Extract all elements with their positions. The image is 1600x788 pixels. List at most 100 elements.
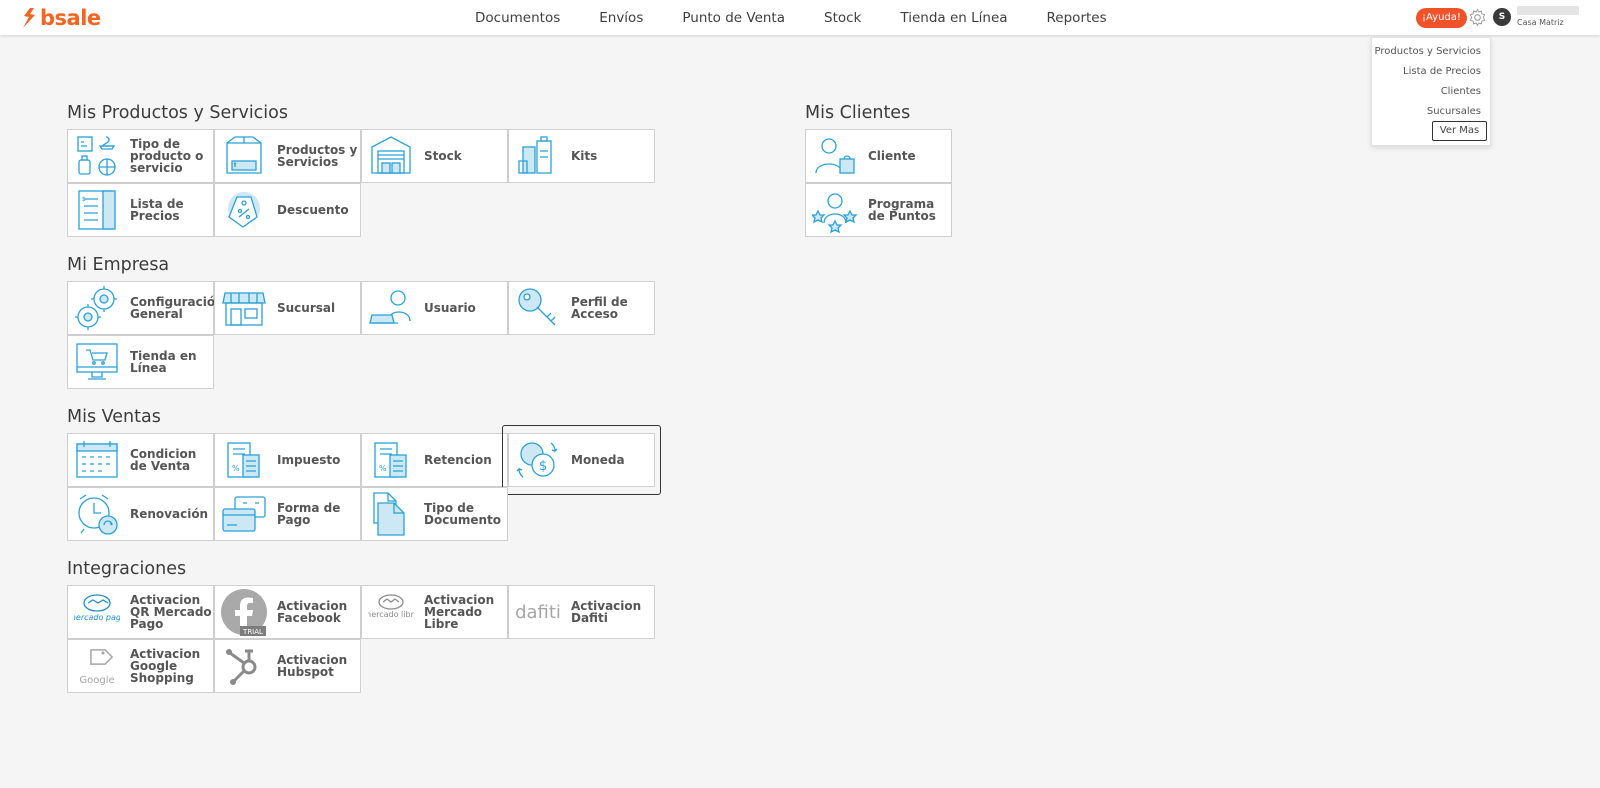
discount-tag-icon: [220, 186, 268, 234]
tile-usuario[interactable]: Usuario: [361, 281, 508, 335]
bsale-logo-icon: [23, 8, 35, 28]
menu-productos-y-servicios[interactable]: Productos y Servicios: [1375, 46, 1481, 57]
branch-label[interactable]: Casa Matriz: [1517, 18, 1564, 27]
tile-label: Activacion Hubspot: [277, 653, 348, 679]
tile-label: Forma de Pago: [277, 501, 341, 527]
ver-mas-button[interactable]: Ver Mas: [1432, 121, 1487, 141]
menu-lista-de-precios[interactable]: Lista de Precios: [1403, 66, 1481, 77]
tile-cliente[interactable]: Cliente: [805, 129, 952, 183]
tile-programa-de-puntos[interactable]: Programa de Puntos: [805, 183, 952, 237]
section-title-empresa: Mi Empresa: [67, 255, 170, 275]
focus-highlight: [502, 425, 661, 495]
tile-label: Descuento: [277, 203, 349, 217]
google-logo-text: Google: [79, 675, 114, 686]
retention-calculator-icon: %: [367, 436, 415, 484]
mercado-pago-logo-text: mercado pago: [74, 613, 120, 622]
user-avatar[interactable]: S: [1493, 8, 1511, 26]
nav-punto-de-venta[interactable]: Punto de Venta: [682, 10, 785, 26]
dafiti-logo-text: dafiti: [515, 602, 561, 623]
settings-dropdown: Productos y Servicios Lista de Precios C…: [1371, 37, 1491, 146]
tile-label: Impuesto: [277, 453, 341, 467]
tile-productos-y-servicios[interactable]: Productos y Servicios: [214, 129, 361, 183]
hubspot-logo-icon: [220, 642, 268, 690]
dafiti-logo-icon: dafiti: [514, 588, 562, 636]
customer-icon: [811, 132, 859, 180]
tile-lista-de-precios[interactable]: $ Lista de Precios: [67, 183, 214, 237]
bsale-logo[interactable]: bsale: [22, 6, 101, 30]
tile-label: Retencion: [424, 453, 492, 467]
tile-label: Activacion Facebook: [277, 599, 348, 625]
price-list-icon: $: [73, 186, 121, 234]
tile-activacion-hubspot[interactable]: Activacion Hubspot: [214, 639, 361, 693]
kits-icon: [514, 132, 562, 180]
nav-reportes[interactable]: Reportes: [1047, 10, 1107, 26]
document-icon: [367, 490, 415, 538]
nav-stock[interactable]: Stock: [824, 10, 861, 26]
tile-tipo-de-producto[interactable]: Tipo de producto o servicio: [67, 129, 214, 183]
section-title-clientes: Mis Clientes: [805, 103, 911, 123]
menu-sucursales[interactable]: Sucursales: [1427, 106, 1481, 117]
tile-kits[interactable]: Kits: [508, 129, 655, 183]
tile-label: Perfil de Acceso: [571, 295, 628, 321]
help-button[interactable]: ¡Ayuda!: [1416, 8, 1467, 28]
tile-label: Usuario: [424, 301, 476, 315]
gear-icon[interactable]: [1468, 8, 1487, 27]
mercado-libre-logo-icon: mercado libre: [367, 588, 415, 636]
top-navbar: bsale Documentos Envíos Punto de Venta S…: [0, 0, 1600, 35]
tile-label: Stock: [424, 149, 462, 163]
svg-text:%: %: [379, 464, 387, 473]
tile-stock[interactable]: Stock: [361, 129, 508, 183]
tile-retencion[interactable]: % Retencion: [361, 433, 508, 487]
svg-text:%: %: [232, 464, 240, 473]
tile-tipo-de-documento[interactable]: Tipo de Documento: [361, 487, 508, 541]
trial-badge: TRIAL: [242, 628, 263, 636]
tile-impuesto[interactable]: % Impuesto: [214, 433, 361, 487]
alarm-clock-icon: [73, 490, 121, 538]
tile-label: Condicion de Venta: [130, 447, 197, 473]
nav-envios[interactable]: Envíos: [599, 10, 643, 26]
tile-label: Configuración General: [130, 295, 224, 321]
nav-documentos[interactable]: Documentos: [475, 10, 560, 26]
tile-label: Productos y Servicios: [277, 143, 358, 169]
tile-label: Renovación: [130, 507, 209, 521]
section-title-integraciones: Integraciones: [67, 559, 187, 579]
google-shopping-logo-icon: Google: [73, 642, 121, 690]
section-title-ventas: Mis Ventas: [67, 407, 161, 427]
calendar-icon: [73, 436, 121, 484]
tile-configuracion-general[interactable]: Configuración General: [67, 281, 224, 335]
tile-label: Activacion QR Mercado Pago: [130, 593, 212, 631]
tile-forma-de-pago[interactable]: Forma de Pago: [214, 487, 361, 541]
tile-label: Tienda en Línea: [130, 349, 197, 375]
facebook-icon: TRIAL: [220, 588, 268, 636]
box-icon: [220, 132, 268, 180]
product-types-icon: [73, 132, 121, 180]
user-laptop-icon: [367, 284, 415, 332]
menu-clientes[interactable]: Clientes: [1441, 86, 1481, 97]
credit-card-icon: [220, 490, 268, 538]
tile-perfil-de-acceso[interactable]: Perfil de Acceso: [508, 281, 655, 335]
tile-activacion-facebook[interactable]: TRIAL Activacion Facebook: [214, 585, 361, 639]
nav-tienda-en-linea[interactable]: Tienda en Línea: [900, 10, 1007, 26]
store-icon: [220, 284, 268, 332]
tile-label: Activacion Mercado Libre: [424, 593, 495, 631]
mercado-pago-logo-icon: mercado pago: [73, 588, 121, 636]
tile-renovacion[interactable]: Renovación: [67, 487, 214, 541]
svg-text:$: $: [82, 196, 86, 203]
tile-activacion-google-shopping[interactable]: Google Activacion Google Shopping: [67, 639, 214, 693]
tile-activacion-mercado-pago[interactable]: mercado pago Activacion QR Mercado Pago: [67, 585, 214, 639]
key-icon: [514, 284, 562, 332]
tax-calculator-icon: %: [220, 436, 268, 484]
tile-sucursal[interactable]: Sucursal: [214, 281, 361, 335]
tile-activacion-dafiti[interactable]: dafiti Activacion Dafiti: [508, 585, 655, 639]
tile-label: Sucursal: [277, 301, 336, 315]
brand-name: bsale: [40, 6, 101, 30]
tile-tienda-en-linea[interactable]: Tienda en Línea: [67, 335, 214, 389]
loyalty-points-icon: [811, 186, 859, 234]
tile-condicion-de-venta[interactable]: Condicion de Venta: [67, 433, 214, 487]
tile-label: Tipo de producto o servicio: [130, 137, 204, 175]
tile-label: Programa de Puntos: [868, 197, 936, 223]
tile-label: Activacion Dafiti: [571, 599, 642, 625]
tile-activacion-mercado-libre[interactable]: mercado libre Activacion Mercado Libre: [361, 585, 508, 639]
tile-descuento[interactable]: Descuento: [214, 183, 361, 237]
tile-label: Tipo de Documento: [424, 501, 502, 527]
